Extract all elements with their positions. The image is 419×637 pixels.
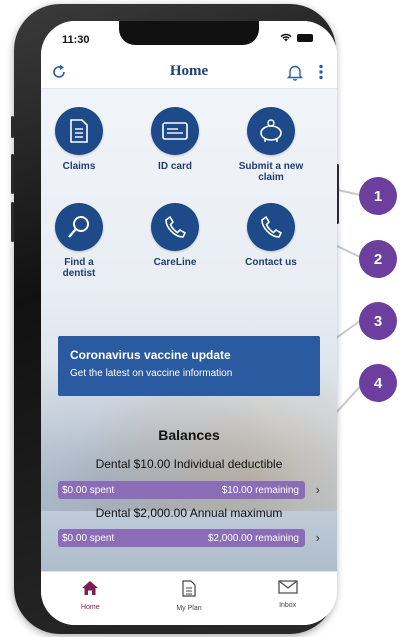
balance-spent: $0.00 spent [62,532,115,544]
wifi-icon [280,33,292,42]
tab-inbox-label: Inbox [279,602,297,609]
tab-home-label: Home [80,604,100,611]
balance-row[interactable]: $0.00 spent $2,000.00 remaining › [58,529,320,547]
find-dentist-tile[interactable]: Find a dentist [41,203,119,279]
more-options-icon[interactable] [311,62,331,82]
contact-us-tile[interactable]: Contact us [231,203,311,268]
tab-my-plan[interactable]: My Plan [154,580,224,625]
balance-remaining: $10.00 remaining [221,484,299,496]
balance-row[interactable]: $0.00 spent $10.00 remaining › [58,481,320,499]
notch [119,21,259,45]
vaccine-banner[interactable]: Coronavirus vaccine update Get the lates… [58,336,320,396]
balance-description: Dental $2,000.00 Annual maximum [95,506,283,520]
banner-subtitle: Get the latest on vaccine information [70,368,233,379]
submit-claim-tile[interactable]: Submit a new claim [231,107,311,183]
submit-claim-label: Submit a new claim [238,161,304,183]
claims-tile[interactable]: Claims [41,107,119,172]
find-dentist-label: Find a dentist [62,257,96,279]
chevron-right-icon[interactable]: › [316,482,320,497]
chevron-right-icon[interactable]: › [316,530,320,545]
balances-title: Balances [158,427,220,443]
home-content: Claims ID card Submit a new claim Find a… [41,89,337,571]
id-card-tile[interactable]: ID card [135,107,215,172]
tab-bar: Home My Plan Inbox [41,571,337,625]
callout-1: 1 [359,177,397,215]
balance-bar: $0.00 spent $10.00 remaining [58,481,305,499]
stage: 11:30 Home Claims ID card Submit a new c… [0,0,419,637]
app-header: Home [41,55,337,89]
phone-icon [247,203,295,251]
id-card-label: ID card [158,161,192,172]
claims-label: Claims [62,161,96,172]
tab-inbox[interactable]: Inbox [253,580,323,625]
careline-label: CareLine [153,257,197,268]
home-icon [82,581,99,595]
contact-us-label: Contact us [245,257,297,268]
battery-icon [297,33,313,42]
tab-home[interactable]: Home [55,580,125,625]
piggy-bank-icon [247,107,295,155]
notification-bell-icon[interactable] [285,62,305,82]
balance-spent: $0.00 spent [62,484,115,496]
id-card-icon [151,107,199,155]
envelope-icon [278,580,298,594]
balance-remaining: $2,000.00 remaining [207,532,299,544]
balance-bar: $0.00 spent $2,000.00 remaining [58,529,305,547]
tab-my-plan-label: My Plan [176,605,202,612]
banner-title: Coronavirus vaccine update [70,348,231,362]
callout-4: 4 [359,364,397,402]
careline-tile[interactable]: CareLine [135,203,215,268]
document-icon [182,580,196,597]
magnifier-icon [55,203,103,251]
callout-3: 3 [359,302,397,340]
callout-2: 2 [359,240,397,278]
document-icon [55,107,103,155]
phone-icon [151,203,199,251]
status-time: 11:30 [62,34,90,46]
phone-screen: 11:30 Home Claims ID card Submit a new c… [41,21,337,625]
balance-description: Dental $10.00 Individual deductible [95,457,283,471]
